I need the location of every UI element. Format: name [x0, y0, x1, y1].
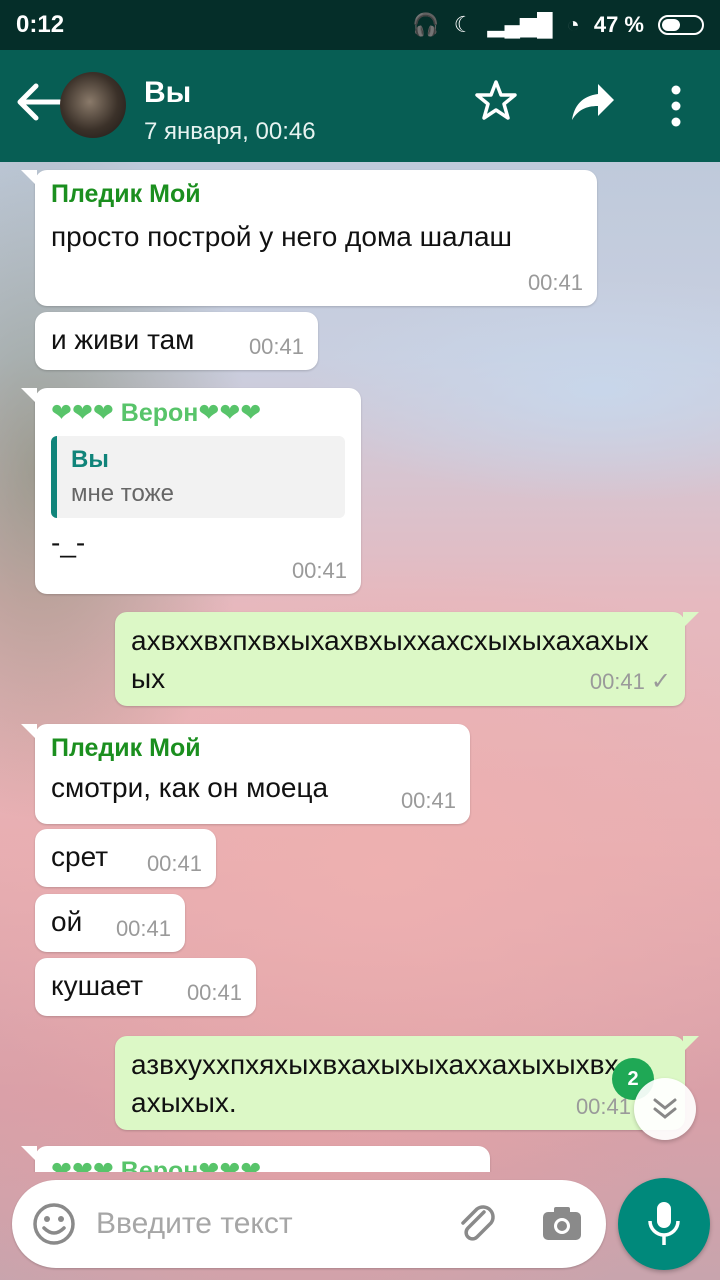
message-input[interactable]	[96, 1198, 436, 1250]
battery-icon	[658, 15, 704, 35]
mic-button[interactable]	[618, 1178, 710, 1270]
message-incoming[interactable]: ❤❤❤ Верон❤❤❤	[21, 1146, 490, 1172]
share-icon[interactable]	[570, 82, 616, 122]
message-text: -_-	[51, 527, 86, 558]
message-incoming[interactable]: срет 00:41	[35, 829, 216, 887]
message-list[interactable]: Пледик Мой просто построй у него дома ша…	[0, 162, 720, 1172]
status-bar: 0:12 🎧 ☾ ▂▄▆█ ◔ 47 %	[0, 0, 720, 50]
chat-title[interactable]: Вы	[144, 76, 191, 110]
chat-header: Вы 7 января, 00:46	[0, 50, 720, 162]
emoji-icon[interactable]	[32, 1202, 76, 1246]
message-incoming[interactable]: Пледик Мой смотри, как он моеца 00:41	[21, 724, 470, 824]
sent-check-icon: ✓	[650, 668, 671, 695]
message-outgoing[interactable]: ахвххвхпхвхыхахвхыххахсхыхыхахахыхых 00:…	[115, 612, 699, 706]
more-vert-icon[interactable]	[664, 84, 688, 128]
signal-icon: ▂▄▆█	[487, 12, 553, 37]
message-text: азвхуххпхяхыхвхахыхыхаххахыхыхвхахыхых.	[131, 1049, 619, 1118]
message-time-status: 00:41 ✓	[590, 667, 671, 696]
message-incoming-reply[interactable]: ❤❤❤ Верон❤❤❤ Вы мне тоже -_- 00:41	[21, 388, 361, 594]
chevron-down-icon	[653, 1098, 677, 1119]
message-text: просто построй у него дома шалаш	[51, 221, 512, 252]
message-sender: ❤❤❤ Верон❤❤❤	[51, 399, 262, 427]
message-sender: Пледик Мой	[51, 180, 201, 208]
message-time: 00:41	[146, 851, 202, 876]
chat-subtitle: 7 января, 00:46	[144, 118, 316, 145]
message-outgoing[interactable]: азвхуххпхяхыхвхахыхыхаххахыхыхвхахыхых. …	[115, 1036, 699, 1130]
wifi-icon: ◔	[566, 12, 580, 37]
message-incoming[interactable]: ой 00:41	[35, 894, 185, 952]
message-composer	[12, 1180, 606, 1268]
message-time: 00:41	[527, 270, 583, 295]
contact-avatar[interactable]	[60, 72, 126, 138]
message-time: 00:41	[575, 1094, 631, 1119]
message-incoming[interactable]: Пледик Мой просто построй у него дома ша…	[21, 170, 597, 306]
headphones-icon: 🎧	[412, 12, 440, 37]
mic-icon	[648, 1202, 680, 1245]
status-time: 0:12	[16, 11, 65, 38]
message-incoming[interactable]: и живи там 00:41	[35, 312, 318, 370]
status-icons: 🎧 ☾ ▂▄▆█ ◔ 47 %	[412, 12, 704, 38]
message-time: 00:41	[291, 558, 347, 583]
moon-icon: ☾	[453, 12, 474, 37]
quoted-author: Вы	[71, 446, 109, 473]
message-sender: Пледик Мой	[51, 734, 201, 762]
message-time: 00:41	[589, 669, 645, 694]
camera-icon[interactable]	[540, 1204, 584, 1244]
star-icon[interactable]	[474, 78, 518, 122]
message-text: ахвххвхпхвхыхахвхыххахсхыхыхахахыхых	[131, 625, 649, 694]
message-incoming[interactable]: кушает 00:41	[35, 958, 256, 1016]
message-text: смотри, как он моеца	[51, 772, 329, 803]
message-time: 00:41	[115, 916, 171, 941]
battery-level: 47 %	[593, 12, 644, 37]
quoted-text: мне тоже	[71, 480, 174, 507]
message-time: 00:41	[186, 980, 242, 1005]
message-time: 00:41	[400, 788, 456, 813]
message-sender: ❤❤❤ Верон❤❤❤	[51, 1157, 262, 1172]
attach-icon[interactable]	[454, 1202, 498, 1246]
message-time: 00:41	[248, 334, 304, 359]
scroll-to-bottom-button[interactable]	[634, 1078, 696, 1140]
quoted-message[interactable]: Вы мне тоже	[51, 436, 345, 518]
